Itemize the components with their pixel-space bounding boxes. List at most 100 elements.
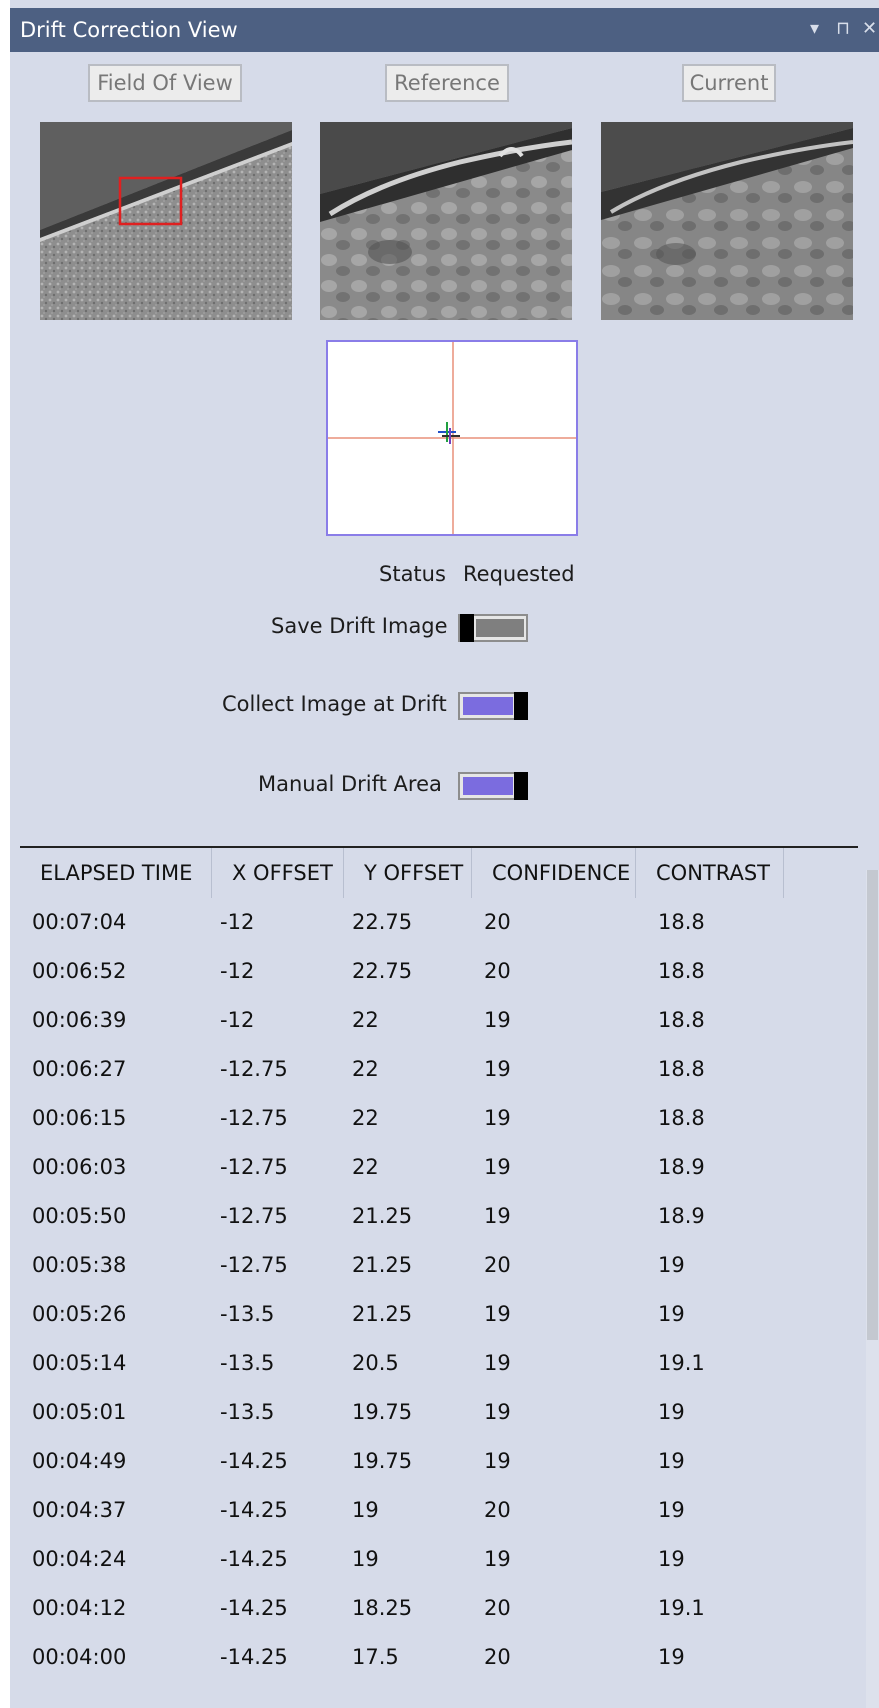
dropdown-icon[interactable]: ▾ bbox=[810, 18, 819, 39]
table-cell: 18.8 bbox=[658, 959, 705, 983]
table-row[interactable]: 00:06:03 -12.75 22 19 18.9 bbox=[20, 1143, 862, 1192]
table-row[interactable]: 00:04:24 -14.25 19 19 19 bbox=[20, 1535, 862, 1584]
column-header-contrast[interactable]: CONTRAST bbox=[636, 848, 784, 898]
table-row[interactable]: 00:04:12 -14.25 18.25 20 19.1 bbox=[20, 1584, 862, 1633]
table-cell: 20 bbox=[484, 1253, 511, 1277]
table-cell: -12.75 bbox=[220, 1253, 288, 1277]
table-cell: 18.8 bbox=[658, 1057, 705, 1081]
status-value: Requested bbox=[463, 562, 575, 586]
table-cell: 19 bbox=[352, 1547, 379, 1571]
table-row[interactable]: 00:07:04 -12 22.75 20 18.8 bbox=[20, 898, 862, 947]
table-cell: -14.25 bbox=[220, 1547, 288, 1571]
table-cell: 19 bbox=[658, 1449, 685, 1473]
table-cell: 18.8 bbox=[658, 1008, 705, 1032]
table-cell: -14.25 bbox=[220, 1596, 288, 1620]
table-row[interactable]: 00:06:39 -12 22 19 18.8 bbox=[20, 996, 862, 1045]
table-cell: 22.75 bbox=[352, 910, 413, 934]
table-cell: 00:06:52 bbox=[32, 959, 127, 983]
scrollbar-thumb[interactable] bbox=[867, 870, 878, 1340]
column-header-elapsed-time[interactable]: ELAPSED TIME bbox=[20, 848, 212, 898]
pin-icon[interactable]: ⊓ bbox=[836, 18, 850, 39]
table-row[interactable]: 00:05:01 -13.5 19.75 19 19 bbox=[20, 1388, 862, 1437]
table-cell: 18.8 bbox=[658, 910, 705, 934]
table-cell: -12 bbox=[220, 1008, 255, 1032]
table-cell: 19 bbox=[484, 1204, 511, 1228]
current-button[interactable]: Current bbox=[682, 64, 776, 102]
manual-drift-area-label: Manual Drift Area bbox=[258, 772, 442, 796]
field-of-view-button[interactable]: Field Of View bbox=[88, 64, 242, 102]
left-edge bbox=[0, 0, 10, 1708]
table-row[interactable]: 00:06:27 -12.75 22 19 18.8 bbox=[20, 1045, 862, 1094]
table-cell: 19 bbox=[484, 1302, 511, 1326]
manual-drift-area-toggle[interactable] bbox=[458, 772, 528, 800]
table-row[interactable]: 00:04:00 -14.25 17.5 20 19 bbox=[20, 1633, 862, 1682]
table-cell: 00:04:49 bbox=[32, 1449, 127, 1473]
table-scrollbar[interactable] bbox=[866, 870, 879, 1708]
table-cell: 19 bbox=[484, 1449, 511, 1473]
drift-marker bbox=[438, 422, 460, 444]
table-row[interactable]: 00:05:38 -12.75 21.25 20 19 bbox=[20, 1241, 862, 1290]
table-header: ELAPSED TIME X OFFSET Y OFFSET CONFIDENC… bbox=[20, 848, 858, 898]
table-row[interactable]: 00:04:37 -14.25 19 20 19 bbox=[20, 1486, 862, 1535]
table-cell: -12.75 bbox=[220, 1057, 288, 1081]
table-cell: 20 bbox=[484, 1498, 511, 1522]
table-cell: 00:05:50 bbox=[32, 1204, 127, 1228]
table-cell: 00:05:38 bbox=[32, 1253, 127, 1277]
table-cell: 00:06:15 bbox=[32, 1106, 127, 1130]
column-header-confidence[interactable]: CONFIDENCE bbox=[472, 848, 636, 898]
save-drift-image-label: Save Drift Image bbox=[271, 614, 448, 638]
table-cell: -12 bbox=[220, 959, 255, 983]
reference-button[interactable]: Reference bbox=[385, 64, 509, 102]
table-row[interactable]: 00:05:26 -13.5 21.25 19 19 bbox=[20, 1290, 862, 1339]
table-cell: 22 bbox=[352, 1155, 379, 1179]
table-cell: -12.75 bbox=[220, 1155, 288, 1179]
table-cell: 22 bbox=[352, 1106, 379, 1130]
current-image[interactable] bbox=[601, 122, 853, 320]
close-icon[interactable]: ✕ bbox=[862, 18, 877, 39]
title-bar: Drift Correction View ▾ ⊓ ✕ bbox=[10, 8, 879, 52]
table-cell: 19 bbox=[484, 1155, 511, 1179]
drift-correction-panel: Drift Correction View ▾ ⊓ ✕ Field Of Vie… bbox=[0, 0, 879, 1708]
table-row[interactable]: 00:05:50 -12.75 21.25 19 18.9 bbox=[20, 1192, 862, 1241]
table-row[interactable]: 00:06:52 -12 22.75 20 18.8 bbox=[20, 947, 862, 996]
table-cell: 21.25 bbox=[352, 1204, 413, 1228]
table-cell: 22.75 bbox=[352, 959, 413, 983]
table-cell: 19 bbox=[484, 1400, 511, 1424]
table-row[interactable]: 00:04:49 -14.25 19.75 19 19 bbox=[20, 1437, 862, 1486]
table-cell: 19 bbox=[484, 1547, 511, 1571]
field-of-view-image[interactable] bbox=[40, 122, 292, 320]
table-cell: -13.5 bbox=[220, 1400, 275, 1424]
table-cell: 19.75 bbox=[352, 1400, 413, 1424]
collect-image-at-drift-label: Collect Image at Drift bbox=[222, 692, 447, 716]
reference-image[interactable] bbox=[320, 122, 572, 320]
table-cell: 21.25 bbox=[352, 1253, 413, 1277]
table-cell: 00:06:27 bbox=[32, 1057, 127, 1081]
table-cell: 19 bbox=[484, 1106, 511, 1130]
table-cell: 19 bbox=[484, 1057, 511, 1081]
table-cell: 18.9 bbox=[658, 1155, 705, 1179]
table-cell: 19 bbox=[658, 1498, 685, 1522]
column-header-y-offset[interactable]: Y OFFSET bbox=[344, 848, 472, 898]
table-cell: 18.9 bbox=[658, 1204, 705, 1228]
table-cell: 00:04:12 bbox=[32, 1596, 127, 1620]
table-cell: 19 bbox=[658, 1645, 685, 1669]
table-cell: 20 bbox=[484, 1645, 511, 1669]
collect-image-at-drift-toggle[interactable] bbox=[458, 692, 528, 720]
table-cell: 19 bbox=[352, 1498, 379, 1522]
save-drift-image-toggle[interactable] bbox=[458, 614, 528, 642]
table-cell: 20 bbox=[484, 959, 511, 983]
table-cell: 19.1 bbox=[658, 1351, 705, 1375]
table-cell: 00:06:39 bbox=[32, 1008, 127, 1032]
table-cell: -13.5 bbox=[220, 1302, 275, 1326]
table-row[interactable]: 00:06:15 -12.75 22 19 18.8 bbox=[20, 1094, 862, 1143]
table-cell: 00:05:26 bbox=[32, 1302, 127, 1326]
table-cell: -14.25 bbox=[220, 1449, 288, 1473]
table-cell: 00:07:04 bbox=[32, 910, 127, 934]
table-cell: -12.75 bbox=[220, 1106, 288, 1130]
table-cell: 00:05:14 bbox=[32, 1351, 127, 1375]
column-header-x-offset[interactable]: X OFFSET bbox=[212, 848, 344, 898]
table-cell: 00:04:37 bbox=[32, 1498, 127, 1522]
table-cell: -12.75 bbox=[220, 1204, 288, 1228]
table-cell: 00:04:00 bbox=[32, 1645, 127, 1669]
table-row[interactable]: 00:05:14 -13.5 20.5 19 19.1 bbox=[20, 1339, 862, 1388]
